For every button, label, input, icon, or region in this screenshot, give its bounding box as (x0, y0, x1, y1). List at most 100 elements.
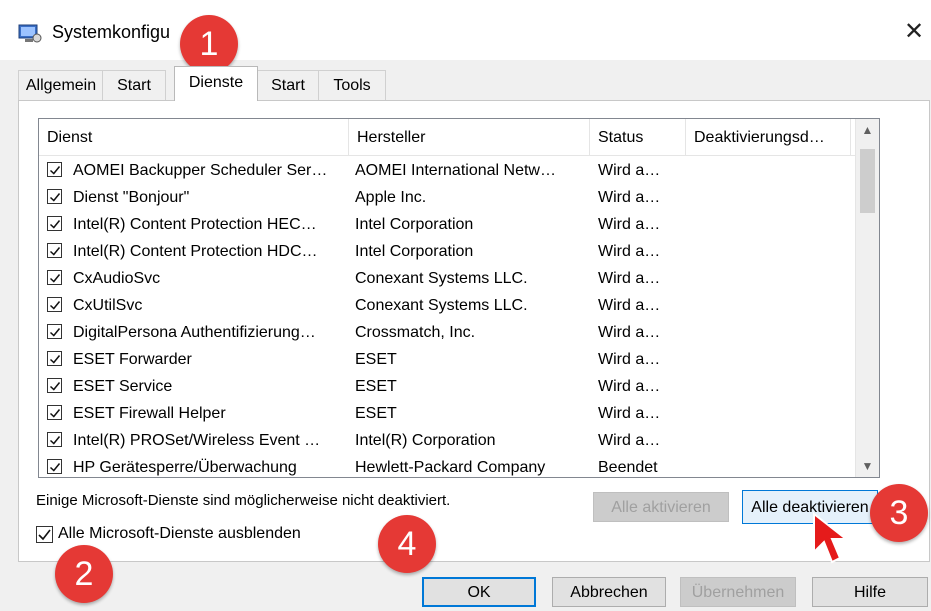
cell-status: Wird a… (598, 189, 661, 206)
step-badge-2: 2 (55, 545, 113, 603)
table-row[interactable]: CxAudioSvc Conexant Systems LLC. Wird a… (39, 265, 855, 292)
step-badge-3: 3 (870, 484, 928, 542)
services-list[interactable]: Dienst Hersteller Status Deaktivierungsd… (38, 118, 880, 478)
vertical-scrollbar[interactable]: ▲ ▼ (855, 119, 879, 477)
cell-hersteller: Hewlett-Packard Company (355, 459, 546, 476)
checkmark-icon (49, 220, 61, 229)
table-row[interactable]: HP Gerätesperre/Überwachung Hewlett-Packa… (39, 454, 855, 477)
cell-dienst: Intel(R) Content Protection HEC… (73, 216, 317, 233)
cell-status: Wird a… (598, 351, 661, 368)
cancel-button[interactable]: Abbrechen (552, 577, 666, 607)
table-row[interactable]: Intel(R) Content Protection HDC… Intel Co… (39, 238, 855, 265)
checkmark-icon (49, 355, 61, 364)
ms-services-note: Einige Microsoft-Dienste sind möglicherw… (36, 492, 451, 509)
checkmark-icon (49, 301, 61, 310)
step-badge-4: 4 (378, 515, 436, 573)
cell-status: Wird a… (598, 405, 661, 422)
checkmark-icon (38, 529, 51, 541)
cursor-arrow-icon (813, 512, 849, 564)
checkmark-icon (49, 436, 61, 445)
cell-hersteller: Conexant Systems LLC. (355, 297, 528, 314)
step-badge-1: 1 (180, 15, 238, 73)
service-checkbox[interactable] (47, 432, 62, 447)
service-checkbox[interactable] (47, 351, 62, 366)
service-checkbox[interactable] (47, 459, 62, 474)
cell-status: Wird a… (598, 432, 661, 449)
cell-status: Wird a… (598, 243, 661, 260)
service-checkbox[interactable] (47, 324, 62, 339)
tab-start[interactable]: Start (102, 70, 166, 100)
cell-hersteller: Conexant Systems LLC. (355, 270, 528, 287)
checkmark-icon (49, 382, 61, 391)
list-header: Dienst Hersteller Status Deaktivierungsd… (39, 119, 855, 156)
tab-allgemein[interactable]: Allgemein (18, 70, 104, 100)
checkmark-icon (49, 193, 61, 202)
cell-dienst: ESET Service (73, 378, 173, 395)
scroll-thumb[interactable] (860, 149, 875, 213)
cell-dienst: HP Gerätesperre/Überwachung (73, 459, 297, 476)
cell-hersteller: Apple Inc. (355, 189, 427, 206)
cell-dienst: CxUtilSvc (73, 297, 143, 314)
cell-hersteller: Intel Corporation (355, 216, 474, 233)
table-row[interactable]: ESET Service ESET Wird a… (39, 373, 855, 400)
cell-status: Wird a… (598, 162, 661, 179)
cell-dienst: ESET Firewall Helper (73, 405, 226, 422)
hide-ms-services-label[interactable]: Alle Microsoft-Dienste ausblenden (58, 525, 301, 543)
cell-status: Wird a… (598, 216, 661, 233)
cell-hersteller: ESET (355, 351, 397, 368)
table-row[interactable]: DigitalPersona Authentifizierung… Crossma… (39, 319, 855, 346)
cell-dienst: ESET Forwarder (73, 351, 192, 368)
checkmark-icon (49, 409, 61, 418)
apply-button[interactable]: Übernehmen (680, 577, 796, 607)
cell-dienst: CxAudioSvc (73, 270, 161, 287)
ok-button[interactable]: OK (422, 577, 536, 607)
table-row[interactable]: ESET Firewall Helper ESET Wird a… (39, 400, 855, 427)
table-row[interactable]: AOMEI Backupper Scheduler Ser… AOMEI Inte… (39, 157, 855, 184)
column-header-deaktivierungsdatum[interactable]: Deaktivierungsd… (686, 119, 851, 155)
service-checkbox[interactable] (47, 405, 62, 420)
column-header-dienst[interactable]: Dienst (39, 119, 349, 155)
tab-dienste[interactable]: Dienste (174, 66, 258, 101)
checkmark-icon (49, 328, 61, 337)
service-checkbox[interactable] (47, 162, 62, 177)
cell-status: Wird a… (598, 324, 661, 341)
scroll-up-icon[interactable]: ▲ (856, 119, 879, 141)
service-checkbox[interactable] (47, 378, 62, 393)
table-row[interactable]: Dienst "Bonjour" Apple Inc. Wird a… (39, 184, 855, 211)
cell-dienst: Intel(R) Content Protection HDC… (73, 243, 318, 260)
table-row[interactable]: Intel(R) Content Protection HEC… Intel Co… (39, 211, 855, 238)
service-checkbox[interactable] (47, 216, 62, 231)
window-title: Systemkonfigu (52, 22, 171, 42)
help-button[interactable]: Hilfe (812, 577, 928, 607)
cell-status: Beendet (598, 459, 658, 476)
cell-dienst: AOMEI Backupper Scheduler Ser… (73, 162, 328, 179)
cell-status: Wird a… (598, 270, 661, 287)
checkmark-icon (49, 247, 61, 256)
title-bar: Systemkonfigu ✕ (0, 0, 931, 60)
tab-tools[interactable]: Tools (318, 70, 386, 100)
table-row[interactable]: CxUtilSvc Conexant Systems LLC. Wird a… (39, 292, 855, 319)
service-checkbox[interactable] (47, 297, 62, 312)
tab-start-2[interactable]: Start (256, 70, 320, 100)
checkmark-icon (49, 463, 61, 472)
hide-ms-services-checkbox[interactable] (36, 526, 53, 543)
enable-all-button[interactable]: Alle aktivieren (593, 492, 729, 522)
cell-hersteller: Crossmatch, Inc. (355, 324, 476, 341)
msconfig-app-icon (18, 24, 42, 44)
service-checkbox[interactable] (47, 243, 62, 258)
cell-dienst: Dienst "Bonjour" (73, 189, 190, 206)
table-row[interactable]: ESET Forwarder ESET Wird a… (39, 346, 855, 373)
cell-hersteller: Intel Corporation (355, 243, 474, 260)
cell-hersteller: AOMEI International Netw… (355, 162, 556, 179)
close-icon[interactable]: ✕ (898, 16, 930, 48)
service-checkbox[interactable] (47, 270, 62, 285)
cell-dienst: Intel(R) PROSet/Wireless Event … (73, 432, 321, 449)
scroll-down-icon[interactable]: ▼ (856, 455, 879, 477)
cell-hersteller: ESET (355, 405, 397, 422)
table-row[interactable]: Intel(R) PROSet/Wireless Event … Intel(R)… (39, 427, 855, 454)
checkmark-icon (49, 166, 61, 175)
service-checkbox[interactable] (47, 189, 62, 204)
column-header-status[interactable]: Status (590, 119, 686, 155)
column-header-hersteller[interactable]: Hersteller (349, 119, 590, 155)
cell-hersteller: ESET (355, 378, 397, 395)
